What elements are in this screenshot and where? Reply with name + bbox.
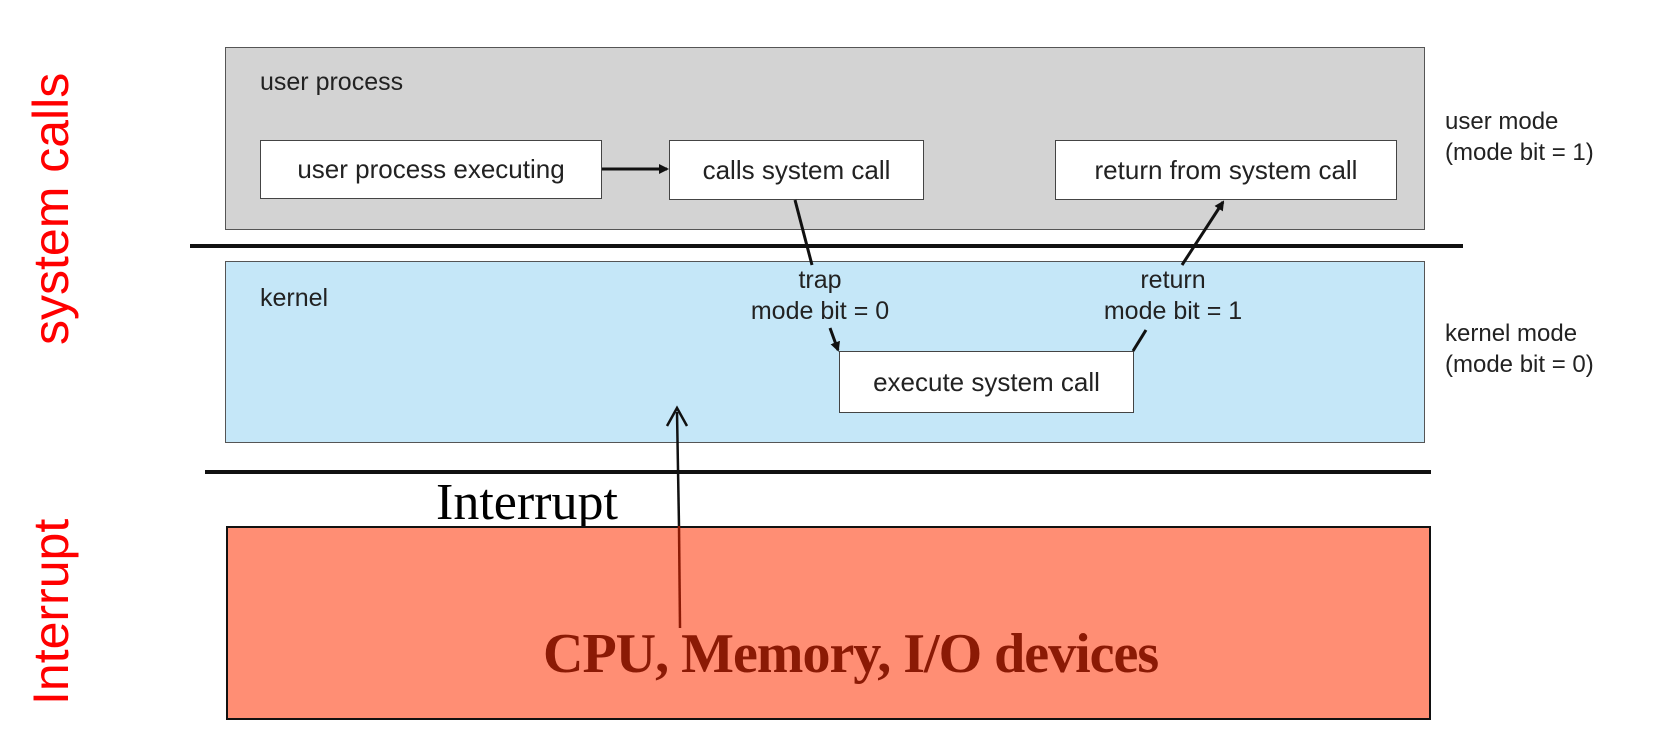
trap-note: trap mode bit = 0 bbox=[720, 265, 920, 327]
user-mode-label: user mode (mode bit = 1) bbox=[1445, 106, 1594, 168]
side-label-system-calls: system calls bbox=[23, 72, 79, 345]
trap-note-line1: trap bbox=[798, 266, 842, 294]
user-process-executing-box: user process executing bbox=[260, 140, 602, 199]
user-process-panel: user process bbox=[225, 47, 1425, 230]
user-mode-line1: user mode bbox=[1445, 108, 1559, 135]
return-note-line2: mode bit = 1 bbox=[1103, 297, 1243, 325]
kernel-hardware-divider bbox=[205, 470, 1431, 474]
side-label-interrupt: Interrupt bbox=[23, 518, 79, 705]
kernel-mode-line1: kernel mode bbox=[1445, 320, 1578, 347]
interrupt-label: Interrupt bbox=[436, 474, 618, 531]
calls-system-call-box: calls system call bbox=[669, 140, 924, 200]
kernel-mode-label: kernel mode (mode bit = 0) bbox=[1445, 318, 1594, 380]
user-kernel-divider bbox=[190, 244, 1463, 248]
user-mode-line2: (mode bit = 1) bbox=[1445, 139, 1594, 166]
execute-system-call-box: execute system call bbox=[839, 351, 1134, 413]
kernel-title: kernel bbox=[260, 284, 329, 312]
return-from-system-call-box: return from system call bbox=[1055, 140, 1397, 200]
return-note-line1: return bbox=[1140, 266, 1206, 294]
trap-note-line2: mode bit = 0 bbox=[750, 297, 890, 325]
user-process-title: user process bbox=[260, 68, 404, 96]
kernel-mode-line2: (mode bit = 0) bbox=[1445, 351, 1594, 378]
return-note: return mode bit = 1 bbox=[1068, 265, 1278, 327]
hardware-label: CPU, Memory, I/O devices bbox=[543, 623, 1159, 685]
